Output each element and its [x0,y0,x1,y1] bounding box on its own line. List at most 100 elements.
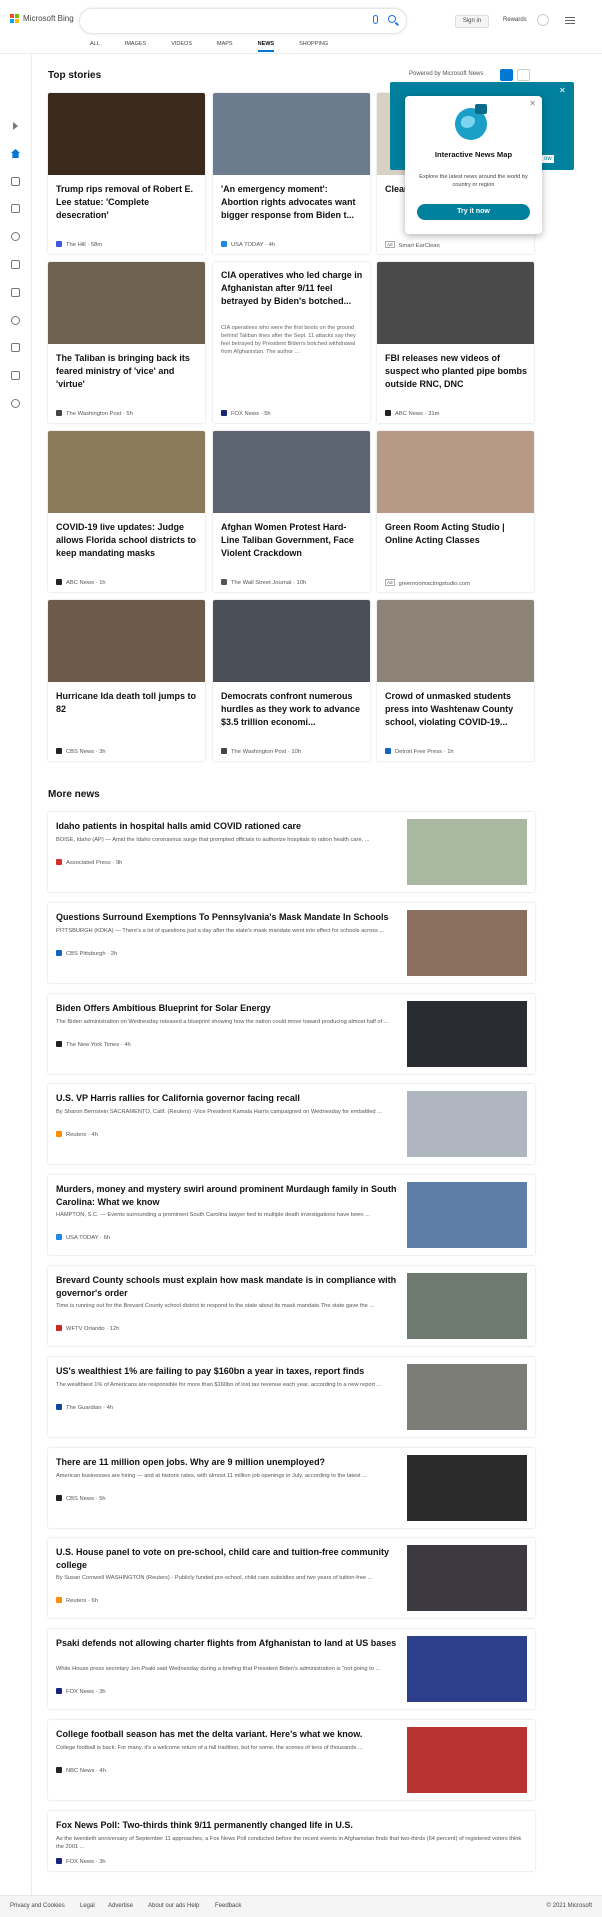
source-name[interactable]: NBC News [66,1768,94,1774]
footer-link-feedback[interactable]: Feedback [215,1903,241,1909]
news-card[interactable]: Crowd of unmasked students press into Wa… [377,600,534,761]
more-news-item[interactable]: Fox News Poll: Two-thirds think 9/11 per… [48,1811,535,1871]
more-news-image[interactable] [407,1091,527,1157]
news-card-title[interactable]: Trump rips removal of Robert E. Lee stat… [56,183,198,222]
try-it-now-button[interactable]: Try it now [417,204,530,220]
more-news-item[interactable]: Psaki defends not allowing charter fligh… [48,1629,535,1709]
source-name[interactable]: greenroomactingstudio.com [399,581,471,587]
more-news-image[interactable] [407,1001,527,1067]
more-news-title[interactable]: Murders, money and mystery swirl around … [56,1183,406,1209]
more-news-item[interactable]: Idaho patients in hospital halls amid CO… [48,812,535,892]
more-news-image[interactable] [407,1545,527,1611]
more-news-title[interactable]: US's wealthiest 1% are failing to pay $1… [56,1365,406,1378]
source-name[interactable]: Smart EarClean [399,243,440,249]
world-icon[interactable] [11,260,20,269]
rewards-link[interactable]: Rewards [503,17,527,23]
bing-logo[interactable]: Microsoft Bing [10,14,74,23]
source-name[interactable]: Reuters [66,1132,86,1138]
footer-link-about-our-ads[interactable]: About our ads [148,1903,185,1909]
news-card-image[interactable] [213,600,370,682]
tab-all[interactable]: ALL [90,41,100,52]
panel-button[interactable]: ow [542,155,554,163]
more-news-title[interactable]: U.S. House panel to vote on pre-school, … [56,1546,406,1572]
news-card-title[interactable]: 'An emergency moment': Abortion rights a… [221,183,363,222]
footer-link-legal[interactable]: Legal [80,1903,95,1909]
tab-videos[interactable]: VIDEOS [171,41,192,52]
source-name[interactable]: Reuters [66,1598,86,1604]
more-news-image[interactable] [407,1273,527,1339]
source-name[interactable]: The Washington Post [66,411,121,417]
source-name[interactable]: ABC News [66,580,94,586]
source-name[interactable]: USA TODAY [66,1235,98,1241]
tab-images[interactable]: IMAGES [125,41,146,52]
more-news-image[interactable] [407,1636,527,1702]
money-icon[interactable] [11,399,20,408]
more-news-item[interactable]: U.S. House panel to vote on pre-school, … [48,1538,535,1618]
more-news-item[interactable]: Questions Surround Exemptions To Pennsyl… [48,903,535,983]
more-news-image[interactable] [407,910,527,976]
more-news-image[interactable] [407,1182,527,1248]
hamburger-menu-icon[interactable] [565,17,575,26]
sign-in-button[interactable]: Sign in [455,15,489,28]
flag-icon[interactable] [11,204,20,213]
more-news-title[interactable]: There are 11 million open jobs. Why are … [56,1456,406,1469]
more-news-title[interactable]: Biden Offers Ambitious Blueprint for Sol… [56,1002,406,1015]
footer-link-privacy-and-cookies[interactable]: Privacy and Cookies [10,1903,65,1909]
more-news-item[interactable]: Brevard County schools must explain how … [48,1266,535,1346]
news-card[interactable]: Hurricane Ida death toll jumps to 82 CBS … [48,600,205,761]
news-card-image[interactable] [48,262,205,344]
more-news-title[interactable]: College football season has met the delt… [56,1728,406,1741]
source-name[interactable]: The Guardian [66,1405,101,1411]
news-card-image[interactable] [377,431,534,513]
more-news-image[interactable] [407,1364,527,1430]
more-news-item[interactable]: U.S. VP Harris rallies for California go… [48,1084,535,1164]
news-card[interactable]: Democrats confront numerous hurdles as t… [213,600,370,761]
source-name[interactable]: Detroit Free Press [395,749,442,755]
news-card-title[interactable]: CIA operatives who led charge in Afghani… [221,269,363,308]
source-name[interactable]: The Wall Street Journal [231,580,291,586]
government-icon[interactable] [11,371,20,380]
more-news-item[interactable]: Murders, money and mystery swirl around … [48,1175,535,1255]
popup-close-icon[interactable]: ✕ [529,99,536,108]
footer-link-help[interactable]: Help [187,1903,199,1909]
rewards-trophy-icon[interactable] [537,14,549,26]
news-card-image[interactable] [377,600,534,682]
more-news-image[interactable] [407,1455,527,1521]
entertainment-icon[interactable] [11,343,20,352]
source-name[interactable]: FOX News [231,411,259,417]
news-card-image[interactable] [48,431,205,513]
news-card-image[interactable] [213,431,370,513]
footer-link-advertise[interactable]: Advertise [108,1903,133,1909]
more-news-title[interactable]: Fox News Poll: Two-thirds think 9/11 per… [56,1819,526,1832]
news-card-title[interactable]: Green Room Acting Studio | Online Acting… [385,521,527,547]
source-name[interactable]: Associated Press [66,860,111,866]
source-name[interactable]: The Hill [66,242,86,248]
news-card-title[interactable]: COVID-19 live updates: Judge allows Flor… [56,521,198,560]
news-card-image[interactable] [213,93,370,175]
news-card-image[interactable] [377,262,534,344]
source-name[interactable]: CBS Pittsburgh [66,951,106,957]
more-news-image[interactable] [407,819,527,885]
location-icon[interactable] [11,232,20,241]
source-name[interactable]: FOX News [66,1859,94,1865]
search-icon[interactable] [388,15,396,23]
news-card[interactable]: 'An emergency moment': Abortion rights a… [213,93,370,254]
map-view-icon[interactable] [517,69,530,81]
more-news-title[interactable]: Questions Surround Exemptions To Pennsyl… [56,911,406,924]
more-news-item[interactable]: US's wealthiest 1% are failing to pay $1… [48,1357,535,1437]
source-name[interactable]: WFTV Orlando [66,1326,105,1332]
news-card-title[interactable]: The Taliban is bringing back its feared … [56,352,198,391]
source-name[interactable]: The Washington Post [231,749,286,755]
expand-icon[interactable] [13,122,18,130]
news-card[interactable]: Green Room Acting Studio | Online Acting… [377,431,534,592]
news-card[interactable]: Trump rips removal of Robert E. Lee stat… [48,93,205,254]
news-card-image[interactable] [48,600,205,682]
news-card-title[interactable]: Crowd of unmasked students press into Wa… [385,690,527,729]
news-card[interactable]: COVID-19 live updates: Judge allows Flor… [48,431,205,592]
science-icon[interactable] [11,316,20,325]
more-news-item[interactable]: College football season has met the delt… [48,1720,535,1800]
more-news-title[interactable]: Idaho patients in hospital halls amid CO… [56,820,406,833]
news-card-image[interactable] [48,93,205,175]
source-name[interactable]: The New York Times [66,1042,119,1048]
more-news-item[interactable]: Biden Offers Ambitious Blueprint for Sol… [48,994,535,1074]
